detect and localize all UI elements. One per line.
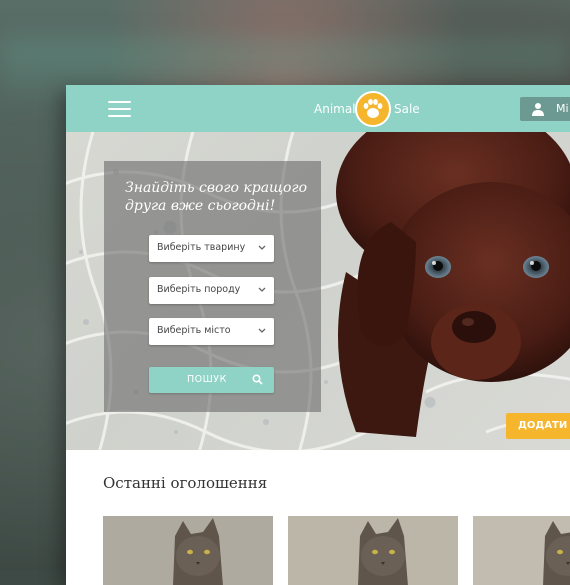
search-icon	[252, 374, 263, 385]
login-label: Мі	[556, 102, 569, 115]
chevron-down-icon	[258, 245, 266, 250]
listing-card[interactable]	[473, 516, 570, 585]
breed-select[interactable]: Виберіть породу	[149, 277, 274, 304]
menu-icon[interactable]	[108, 100, 131, 117]
website-mockup: Animal Sale Мі Знайдіть свого кращого др…	[66, 85, 570, 585]
user-icon	[532, 103, 544, 116]
logo-word-sale: Sale	[394, 102, 420, 116]
animal-select-label: Виберіть тварину	[157, 242, 246, 253]
top-navigation-bar: Animal Sale Мі	[66, 85, 570, 132]
city-select-label: Виберіть місто	[157, 325, 231, 336]
add-listing-label: ДОДАТИ О	[518, 420, 570, 431]
cat-photo	[103, 516, 273, 585]
search-button[interactable]: ПОШУК	[149, 367, 274, 393]
cat-photo	[288, 516, 458, 585]
hero-title: Знайдіть свого кращого друга вже сьогодн…	[125, 179, 315, 215]
add-listing-button[interactable]: ДОДАТИ О	[506, 413, 570, 439]
puppy-photo	[336, 132, 570, 437]
search-button-label: ПОШУК	[187, 374, 227, 385]
cat-photo	[473, 516, 570, 585]
hero-section: Знайдіть свого кращого друга вже сьогодн…	[66, 132, 570, 450]
listing-card[interactable]	[288, 516, 458, 585]
login-button[interactable]: Мі	[520, 97, 570, 121]
listing-card[interactable]	[103, 516, 273, 585]
latest-listings-title: Останні оголошення	[103, 474, 268, 492]
paw-icon	[355, 91, 391, 127]
logo-word-animal: Animal	[314, 102, 356, 116]
hero-title-line2: друга вже сьогодні!	[125, 198, 276, 214]
search-panel: Знайдіть свого кращого друга вже сьогодн…	[104, 161, 321, 412]
hero-title-line1: Знайдіть свого кращого	[125, 180, 307, 196]
breed-select-label: Виберіть породу	[157, 284, 241, 295]
logo[interactable]: Animal Sale	[314, 91, 424, 127]
chevron-down-icon	[258, 287, 266, 292]
city-select[interactable]: Виберіть місто	[149, 318, 274, 345]
animal-select[interactable]: Виберіть тварину	[149, 235, 274, 262]
chevron-down-icon	[258, 328, 266, 333]
